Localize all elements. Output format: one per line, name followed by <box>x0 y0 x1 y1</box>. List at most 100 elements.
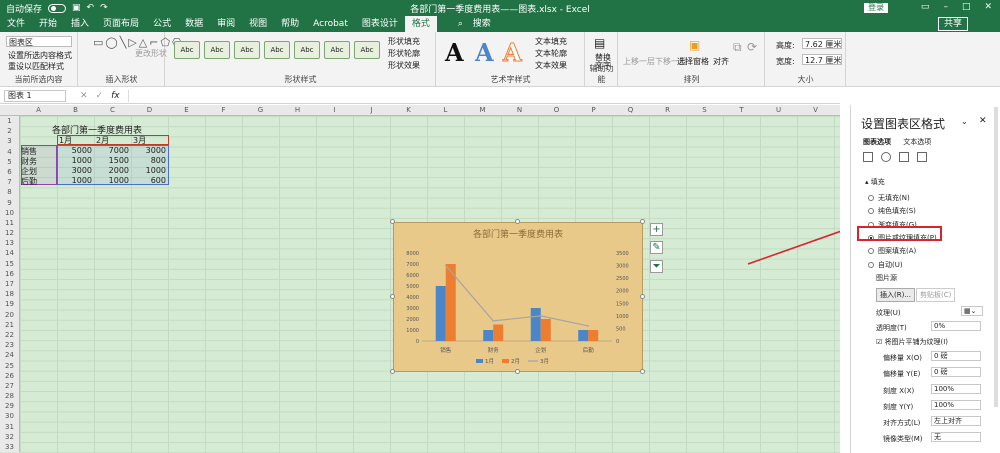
reset-style-button[interactable]: 重设以匹配样式 <box>8 61 64 72</box>
row-header[interactable]: 11 <box>0 218 19 228</box>
row-header[interactable]: 17 <box>0 279 19 289</box>
table-cell[interactable]: 7000 <box>94 146 129 155</box>
row-header[interactable]: 20 <box>0 310 19 320</box>
resize-handle[interactable] <box>515 219 520 224</box>
change-shape-button[interactable]: 更改形状 <box>135 48 167 59</box>
radio-button[interactable] <box>868 261 874 268</box>
row-header[interactable]: 8 <box>0 187 19 197</box>
row-header[interactable]: 6 <box>0 167 19 177</box>
redo-icon[interactable]: ↷ <box>100 3 108 13</box>
menu-tab-5[interactable]: 数据 <box>178 16 210 32</box>
row-header[interactable]: 15 <box>0 259 19 269</box>
row-header[interactable]: 13 <box>0 238 19 248</box>
table-cell[interactable]: 2月 <box>96 135 109 146</box>
row-header[interactable]: 12 <box>0 228 19 238</box>
column-header[interactable]: T <box>723 106 760 114</box>
row-header[interactable]: 28 <box>0 391 19 401</box>
resize-handle[interactable] <box>640 369 645 374</box>
row-header[interactable]: 24 <box>0 350 19 360</box>
radio-button[interactable] <box>868 248 874 255</box>
menu-tab-6[interactable]: 审阅 <box>210 16 242 32</box>
selection-pane-button[interactable]: 选择窗格 <box>677 56 709 67</box>
text-outline-button[interactable]: 文本轮廓 <box>535 48 567 59</box>
row-header[interactable]: 19 <box>0 299 19 309</box>
menu-tab-1[interactable]: 开始 <box>32 16 64 32</box>
row-header[interactable]: 3 <box>0 136 19 146</box>
menu-tab-11[interactable]: 格式 <box>404 16 437 32</box>
pane-options-icon[interactable]: ⌄ <box>961 117 968 126</box>
name-box[interactable]: 图表 1 <box>4 89 66 102</box>
row-header[interactable]: 23 <box>0 340 19 350</box>
menu-tab-7[interactable]: 视图 <box>242 16 274 32</box>
size-properties-icon[interactable] <box>899 152 909 162</box>
column-header[interactable]: A <box>20 106 57 114</box>
row-header[interactable]: 10 <box>0 208 19 218</box>
chart-elements-button[interactable]: + <box>650 223 663 236</box>
format-selection-button[interactable]: 设置所选内容格式 <box>8 50 72 61</box>
shape-style-2[interactable]: Abc <box>204 41 230 59</box>
row-header[interactable]: 25 <box>0 361 19 371</box>
fill-option-4[interactable]: 图案填充(A) <box>868 246 916 256</box>
menu-tab-4[interactable]: 公式 <box>146 16 178 32</box>
minimize-icon[interactable]: – <box>943 2 948 12</box>
undo-icon[interactable]: ↶ <box>87 3 95 13</box>
chart-plot[interactable]: 0 1000 2000 3000 4000 5000 6000 7000 8000 0 500 100… <box>394 223 642 371</box>
shape-style-7[interactable]: Abc <box>354 41 380 59</box>
effects-icon[interactable] <box>881 152 891 162</box>
autosave-toggle[interactable] <box>48 3 67 13</box>
column-header[interactable]: M <box>464 106 501 114</box>
table-cell[interactable]: 1000 <box>131 166 166 175</box>
wordart-style-1[interactable]: A <box>445 38 464 67</box>
row-header[interactable]: 31 <box>0 422 19 432</box>
menu-tab-0[interactable]: 文件 <box>0 16 32 32</box>
row-header[interactable]: 30 <box>0 411 19 421</box>
column-header[interactable]: Q <box>612 106 649 114</box>
alignment-dropdown[interactable]: 左上对齐 <box>931 416 981 426</box>
insert-picture-button[interactable]: 插入(R)... <box>876 288 916 302</box>
tab-chart-options[interactable]: 图表选项 <box>863 138 891 146</box>
row-header[interactable]: 2 <box>0 126 19 136</box>
table-cell[interactable]: 1000 <box>94 176 129 185</box>
column-header[interactable]: S <box>686 106 723 114</box>
align-button[interactable]: 对齐 <box>713 56 729 67</box>
column-header[interactable]: R <box>649 106 686 114</box>
fill-option-0[interactable]: 无填充(N) <box>868 193 910 203</box>
fill-line-icon[interactable] <box>863 152 873 162</box>
width-input[interactable]: 12.7 厘米 <box>802 54 842 65</box>
shape-fill-button[interactable]: 形状填充 <box>388 36 420 47</box>
tab-text-options[interactable]: 文本选项 <box>903 138 931 146</box>
shape-style-5[interactable]: Abc <box>294 41 320 59</box>
chart-styles-brush-icon[interactable]: ✎ <box>650 241 663 254</box>
column-header[interactable]: H <box>279 106 316 114</box>
radio-button[interactable] <box>868 208 874 215</box>
mirror-type-dropdown[interactable]: 无 <box>931 432 981 442</box>
column-header[interactable]: O <box>538 106 575 114</box>
resize-handle[interactable] <box>390 294 395 299</box>
table-cell[interactable]: 后勤 <box>21 176 37 187</box>
fx-label[interactable]: fx <box>111 91 120 101</box>
resize-handle[interactable] <box>640 219 645 224</box>
menu-tab-2[interactable]: 插入 <box>64 16 96 32</box>
menu-tab-10[interactable]: 图表设计 <box>355 16 405 32</box>
table-cell[interactable]: 3月 <box>133 135 146 146</box>
maximize-icon[interactable]: □ <box>962 2 971 12</box>
row-header[interactable]: 5 <box>0 157 19 167</box>
column-header[interactable]: U <box>760 106 797 114</box>
shape-style-1[interactable]: Abc <box>174 41 200 59</box>
chart-filter-icon[interactable]: ⏷ <box>650 260 663 273</box>
table-cell[interactable]: 800 <box>131 156 166 165</box>
resize-handle[interactable] <box>640 294 645 299</box>
table-cell[interactable]: 600 <box>131 176 166 185</box>
column-header[interactable]: N <box>501 106 538 114</box>
wordart-style-2[interactable]: A <box>475 38 494 67</box>
resize-handle[interactable] <box>390 219 395 224</box>
row-header[interactable]: 32 <box>0 432 19 442</box>
ribbon-display-icon[interactable]: ▭ <box>921 2 930 12</box>
cancel-icon[interactable]: ✕ <box>80 91 88 101</box>
row-header[interactable]: 21 <box>0 320 19 330</box>
table-cell[interactable]: 3000 <box>131 146 166 155</box>
row-header[interactable]: 33 <box>0 442 19 452</box>
row-header[interactable]: 1 <box>0 116 19 126</box>
scale-y-input[interactable]: 100% <box>931 400 981 410</box>
column-header[interactable]: K <box>390 106 427 114</box>
